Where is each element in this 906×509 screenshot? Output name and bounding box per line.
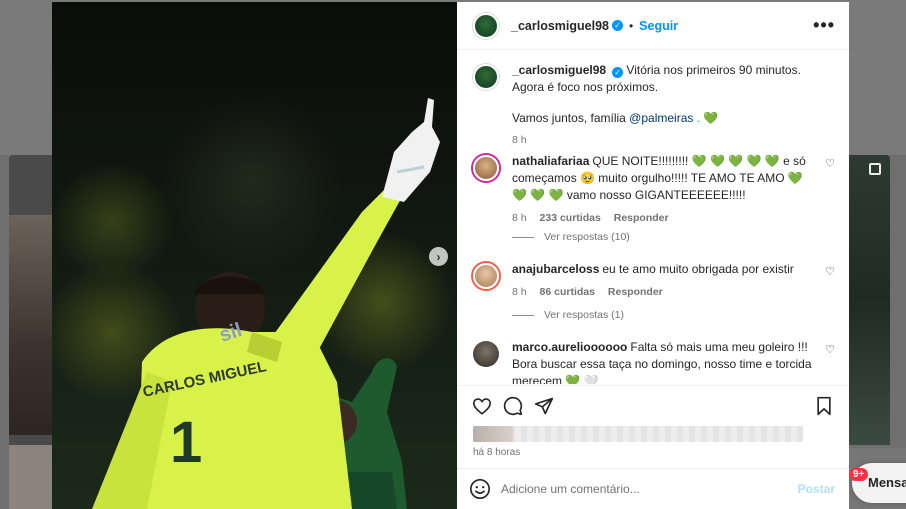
- caption-mention[interactable]: @palmeiras: [629, 111, 693, 125]
- bookmark-icon[interactable]: [813, 395, 835, 417]
- like-comment-icon[interactable]: ♡: [825, 343, 835, 356]
- post-panel: _carlosmiguel98 ✓ • Seguir ••• _carlosmi…: [457, 2, 849, 509]
- next-photo-button[interactable]: ›: [429, 247, 448, 266]
- comment-input[interactable]: [501, 482, 798, 496]
- reply-button[interactable]: Responder: [614, 212, 669, 224]
- caption: _carlosmiguel98 ✓ Vitória nos primeiros 9…: [473, 62, 835, 149]
- comment-time: 8 h: [512, 286, 527, 298]
- caption-text-2: Vamos juntos, família: [512, 111, 626, 125]
- messages-label[interactable]: Mensa: [868, 475, 906, 490]
- comment-body: anajubarceloss eu te amo muito obrigada p…: [512, 261, 835, 301]
- commenter-avatar[interactable]: [473, 341, 499, 367]
- view-replies-button[interactable]: Ver respostas (1): [512, 309, 624, 321]
- commenter-avatar[interactable]: [473, 263, 499, 289]
- comment-item: marco.aurelioooooo Falta só mais uma meu …: [473, 339, 835, 384]
- verified-icon: ✓: [611, 20, 623, 31]
- comment-item: nathaliafariaa QUE NOITE!!!!!!!!! 💚 💚 💚 💚…: [473, 153, 835, 227]
- feed-image-bottom: [9, 445, 54, 509]
- replies-line: [512, 236, 534, 238]
- view-replies-button[interactable]: Ver respostas (10): [512, 231, 630, 243]
- caption-suffix: . 💚: [696, 111, 719, 125]
- comment-icon[interactable]: [502, 395, 524, 417]
- author-username[interactable]: _carlosmiguel98: [511, 19, 609, 33]
- comment-likes[interactable]: 86 curtidas: [540, 286, 595, 298]
- comment-text: eu te amo muito obrigada por existir: [602, 262, 794, 276]
- carousel-icon: [869, 163, 881, 175]
- verified-icon: ✓: [612, 67, 624, 78]
- commenter-avatar[interactable]: [473, 155, 499, 181]
- messages-badge: 9+: [849, 468, 869, 481]
- caption-avatar[interactable]: [473, 64, 499, 90]
- comment-username[interactable]: nathaliafariaa: [512, 154, 589, 168]
- feed-post-right: [849, 155, 890, 445]
- emoji-icon[interactable]: [469, 478, 491, 500]
- caption-time: 8 h: [512, 134, 527, 146]
- feed-image: [9, 215, 54, 435]
- more-options-icon[interactable]: •••: [813, 15, 835, 36]
- comment-username[interactable]: anajubarceloss: [512, 262, 599, 276]
- caption-username[interactable]: _carlosmiguel98: [512, 63, 606, 77]
- like-comment-icon[interactable]: ♡: [825, 157, 835, 170]
- feed-post-left: [9, 155, 54, 509]
- comment-item: anajubarceloss eu te amo muito obrigada p…: [473, 261, 835, 301]
- follow-button[interactable]: Seguir: [639, 19, 678, 33]
- comments-list[interactable]: _carlosmiguel98 ✓ Vitória nos primeiros 9…: [457, 51, 849, 384]
- comment-username[interactable]: marco.aurelioooooo: [512, 340, 627, 354]
- view-replies-label[interactable]: Ver respostas (1): [544, 309, 624, 321]
- like-comment-icon[interactable]: ♡: [825, 265, 835, 278]
- likes-summary[interactable]: [473, 426, 803, 442]
- reply-button[interactable]: Responder: [608, 286, 663, 298]
- author-avatar[interactable]: [473, 12, 499, 39]
- comment-time: 8 h: [512, 212, 527, 224]
- post-photo: SIO sil CARLOS MIGUEL 1 ›: [52, 2, 457, 509]
- post-modal: SIO sil CARLOS MIGUEL 1 › _carlosmiguel9…: [52, 2, 849, 509]
- send-icon[interactable]: [533, 395, 555, 417]
- comment-body: nathaliafariaa QUE NOITE!!!!!!!!! 💚 💚 💚 💚…: [512, 153, 835, 227]
- goalkeeper-illustration: SIO sil CARLOS MIGUEL 1: [92, 98, 440, 509]
- post-time-ago[interactable]: há 8 horas: [473, 447, 520, 458]
- comment-likes[interactable]: 233 curtidas: [540, 212, 601, 224]
- comment-body: marco.aurelioooooo Falta só mais uma meu …: [512, 339, 835, 384]
- separator-dot: •: [628, 18, 634, 33]
- post-comment-button[interactable]: Postar: [798, 482, 835, 496]
- post-actions: [457, 385, 849, 425]
- replies-line: [512, 314, 534, 316]
- add-comment-bar: Postar: [457, 468, 849, 509]
- heart-icon[interactable]: [471, 395, 493, 417]
- view-replies-label[interactable]: Ver respostas (10): [544, 231, 630, 243]
- post-header: _carlosmiguel98 ✓ • Seguir •••: [457, 2, 849, 50]
- likers-avatars: [473, 426, 513, 442]
- caption-body: _carlosmiguel98 ✓ Vitória nos primeiros 9…: [512, 62, 835, 149]
- jersey-number: 1: [170, 410, 202, 475]
